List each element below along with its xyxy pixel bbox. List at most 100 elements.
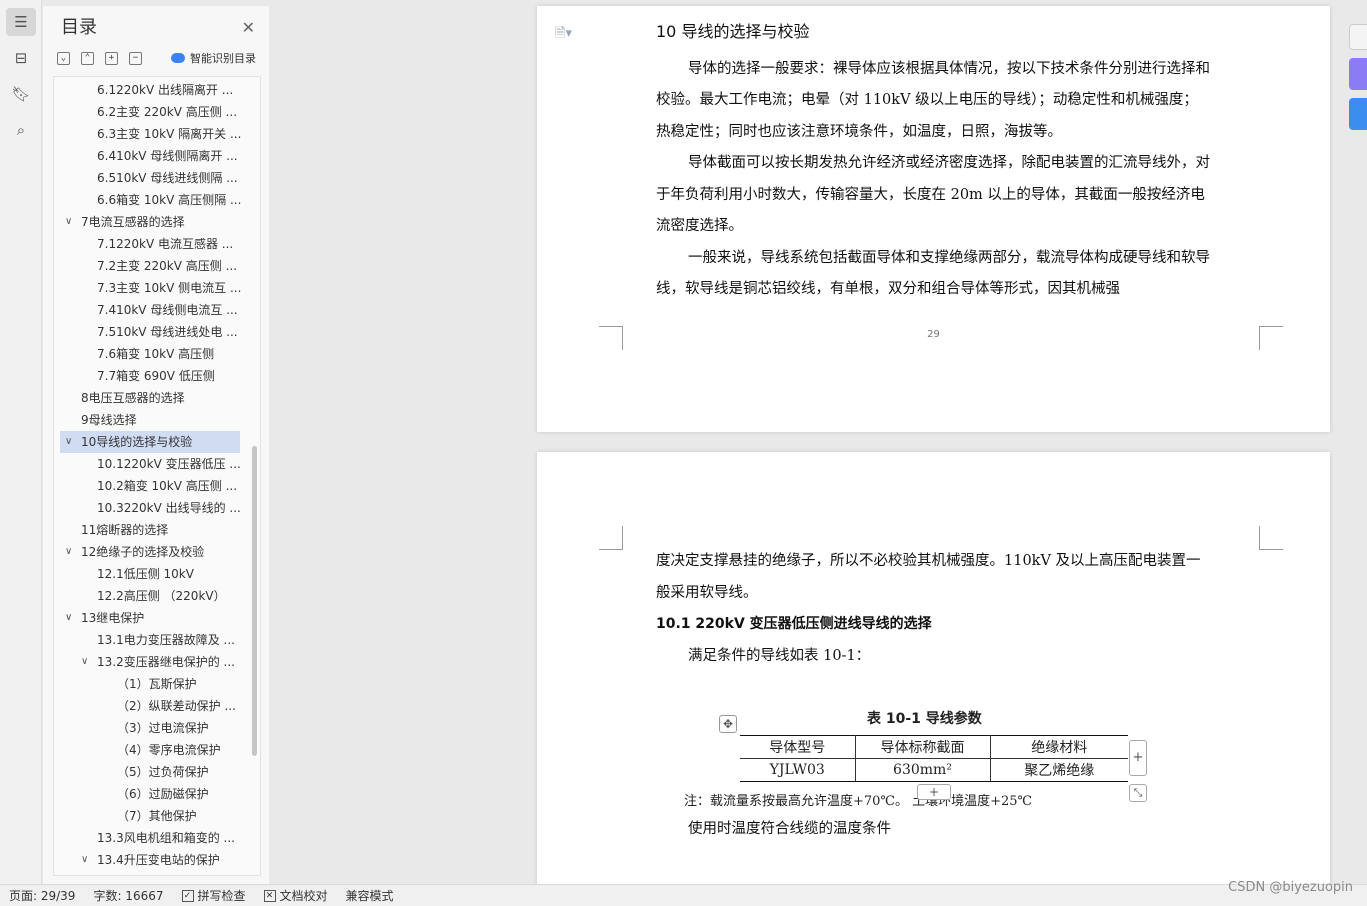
toc-item-label: 13.3风电机组和箱变的 ...: [97, 831, 235, 845]
toc-item[interactable]: 13.1电力变压器故障及 ...: [54, 629, 260, 651]
toc-item-label: （2）纵联差动保护 ...: [117, 699, 236, 713]
toc-item-label: 12.2高压侧 （220kV）: [97, 589, 226, 603]
toc-item[interactable]: 6.1220kV 出线隔离开 ...: [54, 79, 260, 101]
add-row-icon[interactable]: +: [917, 784, 951, 800]
section-heading: 10 导线的选择与校验: [656, 22, 810, 41]
toc-panel-icon[interactable]: ☰: [6, 8, 36, 36]
toc-item[interactable]: 11熔断器的选择: [54, 519, 260, 541]
toc-item[interactable]: ∨ 12绝缘子的选择及校验: [54, 541, 260, 563]
toc-item[interactable]: 6.510kV 母线进线侧隔 ...: [54, 167, 260, 189]
toc-item-label: （1）瓦斯保护: [117, 677, 197, 691]
paragraph: 导体的选择一般要求：裸导体应该根据具体情况，按以下技术条件分别进行选择和校验。最…: [656, 60, 1210, 140]
document-icon[interactable]: 🗎▾: [555, 24, 572, 46]
paragraph: 导体截面可以按长期发热允许经济或经济密度选择，除配电装置的汇流导线外，对于年负荷…: [656, 155, 1210, 234]
toc-item[interactable]: ∨ 10导线的选择与校验: [60, 431, 240, 453]
toc-item-label: 10.1220kV 变压器低压 ...: [97, 457, 241, 471]
toc-item[interactable]: 7.2主变 220kV 高压侧 ...: [54, 255, 260, 277]
toc-item-label: 8电压互感器的选择: [81, 391, 185, 405]
table-cell[interactable]: 630mm²: [854, 758, 991, 782]
toc-item[interactable]: 6.410kV 母线侧隔离开 ...: [54, 145, 260, 167]
toc-item[interactable]: 12.2高压侧 （220kV）: [54, 585, 260, 607]
toc-item[interactable]: （1）瓦斯保护: [54, 673, 260, 695]
chevron-down-icon[interactable]: ∨: [65, 607, 72, 629]
ai-assistant-icon[interactable]: [1349, 58, 1367, 90]
toc-item[interactable]: （3）过电流保护: [54, 717, 260, 739]
paragraph: 使用时温度符合线缆的温度条件: [688, 821, 891, 837]
toc-item[interactable]: （6）过励磁保护: [54, 783, 260, 805]
add-heading-icon[interactable]: +: [105, 51, 118, 65]
table-cell[interactable]: YJLW03: [740, 758, 856, 782]
toc-item[interactable]: 12.1低压侧 10kV: [54, 563, 260, 585]
smart-toc-label: 智能识别目录: [190, 52, 256, 65]
collapse-ribbon-icon[interactable]: [1349, 24, 1367, 50]
add-column-icon[interactable]: +: [1129, 740, 1147, 776]
table-resize-icon[interactable]: ⤡: [1129, 784, 1147, 802]
toc-item[interactable]: 7.6箱变 10kV 高压侧: [54, 343, 260, 365]
toc-item[interactable]: ∨ 13.2变压器继电保护的 ...: [54, 651, 260, 673]
toc-item-label: （5）过负荷保护: [117, 765, 209, 779]
toc-item[interactable]: ∨ 13继电保护: [54, 607, 260, 629]
toc-item-label: 10导线的选择与校验: [81, 435, 193, 449]
smart-toc-button[interactable]: 智能识别目录: [171, 50, 256, 66]
chevron-down-icon[interactable]: ∨: [81, 849, 88, 871]
page-29: 🗎▾ 10 导线的选择与校验 导体的选择一般要求：裸导体应该根据具体情况，按以下…: [537, 6, 1330, 432]
toc-item[interactable]: （7）其他保护: [54, 805, 260, 827]
proof-icon: ✕: [263, 889, 276, 902]
proofread-button[interactable]: ✕ 文档校对: [255, 887, 337, 904]
side-tool-icon[interactable]: [1349, 98, 1367, 130]
page1-body: 10 导线的选择与校验 导体的选择一般要求：裸导体应该根据具体情况，按以下技术条…: [656, 16, 1212, 306]
toc-item[interactable]: 7.7箱变 690V 低压侧: [54, 365, 260, 387]
toc-scrollbar[interactable]: [252, 446, 257, 756]
toc-item[interactable]: 7.410kV 母线侧电流互 ...: [54, 299, 260, 321]
toc-item-label: 12.1低压侧 10kV: [97, 567, 194, 581]
page-counter[interactable]: 页面: 29/39: [0, 887, 84, 904]
toc-item[interactable]: 6.3主变 10kV 隔离开关 ...: [54, 123, 260, 145]
table-cell[interactable]: 聚乙烯绝缘: [989, 758, 1128, 782]
toc-item[interactable]: 8电压互感器的选择: [54, 387, 260, 409]
page-30: 度决定支撑悬挂的绝缘子，所以不必校验其机械强度。110kV 及以上高压配电装置一…: [537, 452, 1330, 884]
toc-item-label: 11熔断器的选择: [81, 523, 169, 537]
table-header-cell[interactable]: 导体型号: [740, 735, 856, 759]
spell-check-button[interactable]: ✓ 拼写检查: [173, 887, 255, 904]
subsection-heading: 10.1 220kV 变压器低压侧进线导线的选择: [656, 616, 932, 632]
toc-item[interactable]: 10.1220kV 变压器低压 ...: [54, 453, 260, 475]
outline-icon[interactable]: ⊟: [6, 44, 36, 72]
chevron-down-icon[interactable]: ∨: [81, 651, 88, 673]
word-count[interactable]: 字数: 16667: [84, 887, 172, 904]
toc-item[interactable]: ∨ 7电流互感器的选择: [54, 211, 260, 233]
toc-item[interactable]: 10.3220kV 出线导线的 ...: [54, 497, 260, 519]
bookmark-icon[interactable]: 🔖︎: [6, 80, 36, 108]
toc-item[interactable]: 6.6箱变 10kV 高压侧隔 ...: [54, 189, 260, 211]
remove-heading-icon[interactable]: −: [129, 51, 142, 65]
collapse-all-icon[interactable]: ⌃: [81, 51, 94, 65]
table-move-handle-icon[interactable]: ✥: [719, 715, 737, 733]
toc-item[interactable]: （4）零序电流保护: [54, 739, 260, 761]
table-header-cell[interactable]: 导体标称截面: [854, 735, 991, 759]
paragraph: 一般来说，导线系统包括截面导体和支撑绝缘两部分，载流导体构成硬导线和软导线，软导…: [656, 249, 1210, 298]
toc-item-label: 7.7箱变 690V 低压侧: [97, 369, 215, 383]
toc-item[interactable]: （2）纵联差动保护 ...: [54, 695, 260, 717]
toc-item[interactable]: 7.510kV 母线进线处电 ...: [54, 321, 260, 343]
toc-item-label: 13.4升压变电站的保护: [97, 853, 220, 867]
chevron-down-icon[interactable]: ∨: [65, 541, 72, 563]
toc-item-label: 7电流互感器的选择: [81, 215, 185, 229]
table-header-cell[interactable]: 绝缘材料: [989, 735, 1128, 759]
spell-check-label: 拼写检查: [197, 889, 246, 903]
close-icon[interactable]: ✕: [242, 18, 255, 37]
toc-item[interactable]: 13.3风电机组和箱变的 ...: [54, 827, 260, 849]
chevron-down-icon[interactable]: ∨: [65, 211, 72, 233]
table-row: YJLW03 630mm² 聚乙烯绝缘: [740, 758, 1128, 782]
toc-item-label: 10.2箱变 10kV 高压侧 ...: [97, 479, 238, 493]
status-bar: 页面: 29/39 字数: 16667 ✓ 拼写检查 ✕ 文档校对 兼容模式: [0, 884, 1367, 906]
toc-item[interactable]: 6.2主变 220kV 高压侧 ...: [54, 101, 260, 123]
toc-item[interactable]: 7.3主变 10kV 侧电流互 ...: [54, 277, 260, 299]
search-icon[interactable]: ⌕: [6, 116, 36, 144]
toc-item[interactable]: ∨ 13.4升压变电站的保护: [54, 849, 260, 871]
expand-all-icon[interactable]: ⌄: [57, 51, 70, 65]
toc-item[interactable]: （5）过负荷保护: [54, 761, 260, 783]
toc-item-label: （4）零序电流保护: [117, 743, 221, 757]
toc-item[interactable]: 9母线选择: [54, 409, 260, 431]
toc-item[interactable]: 10.2箱变 10kV 高压侧 ...: [54, 475, 260, 497]
chevron-down-icon[interactable]: ∨: [65, 431, 72, 453]
toc-item[interactable]: 7.1220kV 电流互感器 ...: [54, 233, 260, 255]
